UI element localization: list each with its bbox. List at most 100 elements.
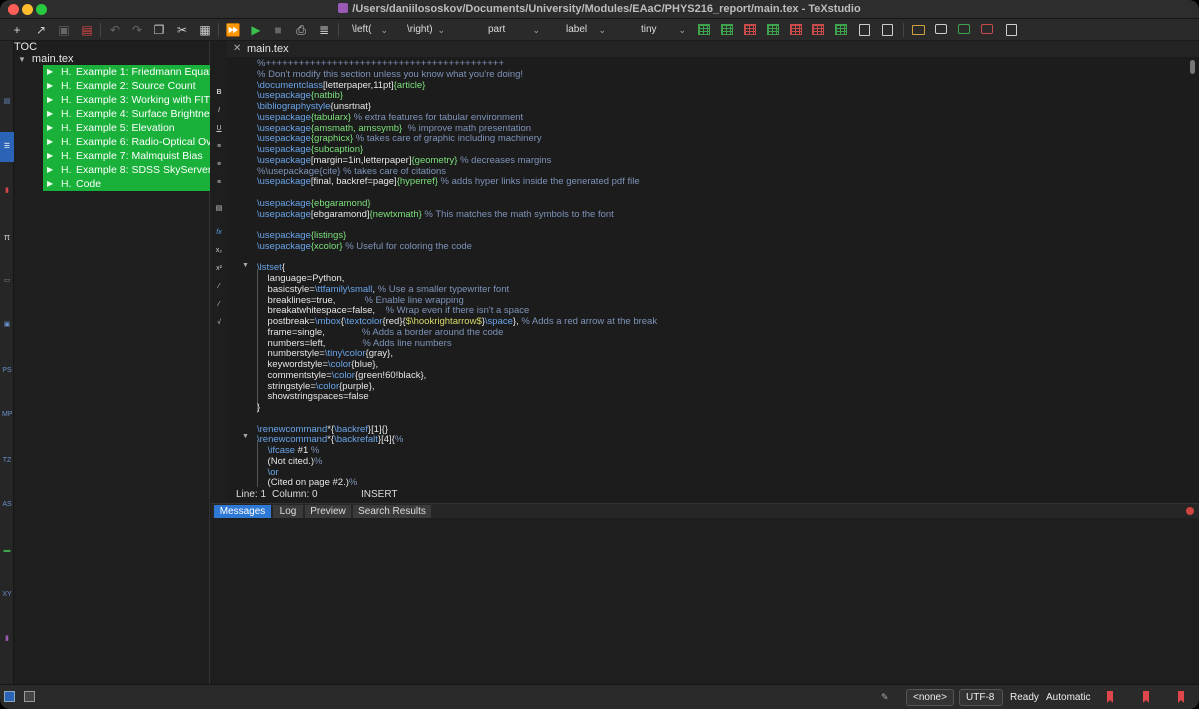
toc-item[interactable]: ▶ H. Example 8: SDSS SkyServer, BP...: [43, 163, 210, 177]
chevron-right-icon[interactable]: ▶: [47, 93, 53, 107]
cut-icon[interactable]: ✂: [174, 22, 190, 38]
code-line[interactable]: \usepackage[ebgaramond]{newtxmath} % Thi…: [257, 209, 614, 220]
spell-check-icon[interactable]: [958, 24, 970, 34]
remove-row-icon[interactable]: [744, 24, 756, 35]
tab-messages[interactable]: Messages: [214, 505, 271, 518]
comment-icon[interactable]: [935, 24, 947, 34]
structure-panel-icon[interactable]: ☰: [0, 132, 14, 162]
encoding-select[interactable]: UTF-8: [959, 689, 1003, 706]
build-view-icon[interactable]: ⏩: [225, 22, 241, 38]
stop-icon[interactable]: ■: [270, 22, 286, 38]
code-line[interactable]: language=Python,: [257, 273, 345, 284]
code-line[interactable]: \renewcommand*{\backrefalt}[4]{%: [257, 434, 403, 445]
code-line[interactable]: keywordstyle=\color{blue},: [257, 359, 379, 370]
image-icon[interactable]: [912, 25, 925, 35]
code-line[interactable]: \usepackage{subcaption}: [257, 144, 363, 155]
dfrac-icon[interactable]: ⁄: [214, 301, 224, 308]
code-line[interactable]: (Not cited.)%: [257, 456, 323, 467]
code-line[interactable]: showstringspaces=false: [257, 391, 369, 402]
close-file-icon[interactable]: ▤: [79, 22, 95, 38]
redo-icon[interactable]: ↷: [129, 22, 145, 38]
code-line[interactable]: \usepackage{tabularx} % extra features f…: [257, 112, 523, 123]
font-size-combo[interactable]: tiny ⌄: [614, 22, 686, 38]
toc-item[interactable]: ▶ H. Example 4: Surface Brightness: [43, 107, 210, 121]
newline-icon[interactable]: ▤: [214, 204, 224, 212]
code-line[interactable]: \usepackage{amsmath, amssymb} % improve …: [257, 123, 531, 134]
code-line[interactable]: basicstyle=\ttfamily\small, % Use a smal…: [257, 284, 510, 295]
asymptote-icon[interactable]: AS: [2, 499, 12, 511]
code-line[interactable]: %\usepackage{cite} % takes care of citat…: [257, 166, 446, 177]
structure-icon[interactable]: [1006, 24, 1017, 36]
remove-cell-icon[interactable]: [812, 24, 824, 35]
code-line[interactable]: frame=single, % Adds a border around the…: [257, 327, 504, 338]
paste-icon[interactable]: ▦: [197, 22, 213, 38]
tab-preview[interactable]: Preview: [305, 505, 351, 518]
bookmarks-icon[interactable]: ▤: [2, 96, 12, 108]
fold-toggle-icon[interactable]: ▼: [242, 262, 249, 269]
new-file-icon[interactable]: +: [9, 22, 25, 38]
bookmark-icon[interactable]: ▮: [2, 185, 12, 197]
toggle-sidebar-icon[interactable]: [4, 691, 15, 702]
tabular-icon[interactable]: [698, 24, 710, 35]
code-line[interactable]: breakatwhitespace=false, % Wrap even if …: [257, 305, 530, 316]
align-center-icon[interactable]: ≡: [214, 161, 224, 168]
open-file-icon[interactable]: ↗: [33, 22, 49, 38]
view-log-icon[interactable]: ≣: [316, 22, 332, 38]
code-line[interactable]: \usepackage{listings}: [257, 230, 346, 241]
remove-column-icon[interactable]: [790, 24, 802, 35]
chevron-right-icon[interactable]: ▶: [47, 163, 53, 177]
code-line[interactable]: \documentclass[letterpaper,11pt]{article…: [257, 80, 425, 91]
chevron-right-icon[interactable]: ▶: [47, 65, 53, 79]
tab-main-tex[interactable]: ✕ main.tex: [227, 41, 293, 57]
align-right-icon[interactable]: ≡: [214, 179, 224, 186]
add-column-icon[interactable]: [767, 24, 779, 35]
save-icon[interactable]: ▣: [56, 22, 72, 38]
xy-icon[interactable]: XY: [2, 589, 12, 601]
error-marker-icon[interactable]: [981, 24, 993, 34]
toc-item[interactable]: ▶ H. Example 3: Working with FITS: [43, 93, 210, 107]
sqrt-icon[interactable]: √: [214, 319, 224, 326]
pstricks-icon[interactable]: PS: [2, 365, 12, 377]
bookmark-flag-icon[interactable]: [1178, 691, 1184, 703]
chevron-right-icon[interactable]: ▶: [47, 177, 53, 191]
beamer-icon[interactable]: ▬: [2, 545, 12, 557]
undo-icon[interactable]: ↶: [107, 22, 123, 38]
reference-combo[interactable]: label ⌄: [546, 22, 606, 38]
tab-log[interactable]: Log: [273, 505, 303, 518]
bold-button[interactable]: B: [214, 89, 224, 96]
code-line[interactable]: \usepackage[final, backref=page]{hyperre…: [257, 176, 640, 187]
code-line[interactable]: \bibliographystyle{unsrtnat}: [257, 101, 371, 112]
pi-icon[interactable]: π: [2, 231, 12, 243]
close-tab-icon[interactable]: ✕: [233, 41, 241, 57]
code-line[interactable]: stringstyle=\color{purple},: [257, 381, 375, 392]
superscript-button[interactable]: x²: [214, 265, 224, 272]
toc-item[interactable]: ▶ H. Code: [43, 177, 210, 191]
code-line[interactable]: \ifcase #1 %: [257, 445, 320, 456]
chevron-right-icon[interactable]: ▶: [47, 135, 53, 149]
dictionary-select[interactable]: <none>: [906, 689, 954, 706]
bookmark-flag-icon[interactable]: [1107, 691, 1113, 703]
code-line[interactable]: postbreak=\mbox{\textcolor{red}{$\hookri…: [257, 316, 658, 327]
user-icon[interactable]: ▮: [2, 633, 12, 645]
symbols-icon[interactable]: ▣: [2, 319, 12, 331]
chevron-down-icon[interactable]: ▼: [18, 55, 26, 64]
copy-icon[interactable]: ❐: [151, 22, 167, 38]
code-line[interactable]: \usepackage{graphicx} % takes care of gr…: [257, 133, 542, 144]
code-line[interactable]: \usepackage[margin=1in,letterpaper]{geom…: [257, 155, 551, 166]
file-icon[interactable]: [859, 24, 870, 36]
code-line[interactable]: \usepackage{xcolor} % Useful for colorin…: [257, 241, 472, 252]
view-pdf-icon[interactable]: ⎙: [293, 22, 309, 38]
italic-button[interactable]: I: [214, 107, 224, 114]
file-export-icon[interactable]: [882, 24, 893, 36]
close-panel-icon[interactable]: [1186, 507, 1194, 515]
metapost-icon[interactable]: MP: [2, 409, 13, 421]
add-row-icon[interactable]: [721, 24, 733, 35]
chevron-right-icon[interactable]: ▶: [47, 79, 53, 93]
code-line[interactable]: (Cited on page #2.)%: [257, 477, 358, 487]
fold-toggle-icon[interactable]: ▼: [242, 433, 249, 440]
right-delimiter-combo[interactable]: \right) ⌄: [407, 22, 445, 38]
tab-search-results[interactable]: Search Results: [353, 505, 431, 518]
math-mode-button[interactable]: fx: [214, 229, 224, 236]
folder-icon[interactable]: ▭: [2, 275, 12, 287]
chevron-right-icon[interactable]: ▶: [47, 107, 53, 121]
